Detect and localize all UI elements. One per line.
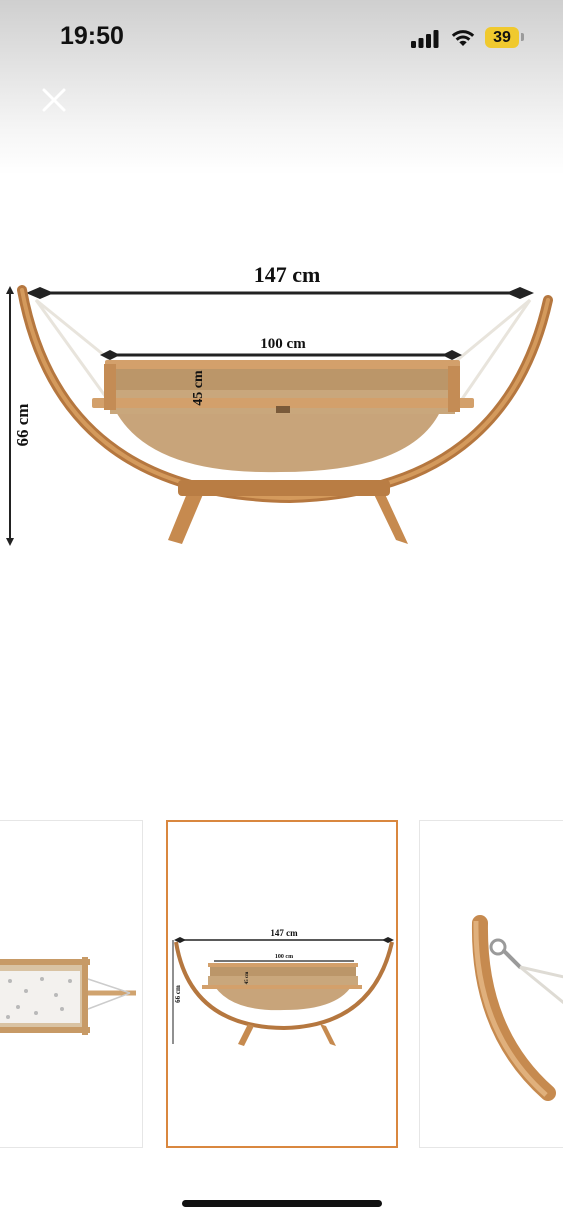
- inner-width-label: 100 cm: [260, 336, 306, 352]
- thumbnail-height-label: 66 cm: [174, 985, 182, 1003]
- battery-tip: [521, 33, 524, 41]
- wifi-icon: [451, 30, 475, 46]
- close-icon: [42, 88, 66, 112]
- thumbnail-inner-width-label: 100 cm: [275, 954, 293, 960]
- stand-legs: [168, 480, 408, 544]
- battery-icon: 39: [485, 27, 519, 48]
- cradle-fabric: [115, 410, 440, 473]
- thumbnail-depth-label: 45 cm: [245, 971, 250, 984]
- thumbnail-width-label: 147 cm: [270, 928, 298, 938]
- width-dimension: 147 cm: [26, 262, 534, 299]
- status-time: 19:50: [60, 22, 124, 50]
- status-bar: 19:50 39: [0, 0, 563, 76]
- thumbnail-3[interactable]: [419, 820, 563, 1148]
- width-label: 147 cm: [254, 262, 321, 287]
- depth-label: 45 cm: [191, 370, 206, 406]
- close-button[interactable]: [36, 82, 72, 118]
- thumbnail-1[interactable]: [0, 820, 143, 1148]
- height-label: 66 cm: [13, 404, 32, 447]
- thumbnail-1-image: [0, 957, 136, 1035]
- signal-icon: [411, 30, 439, 48]
- home-indicator[interactable]: [182, 1200, 382, 1207]
- thumbnail-2-image: 147 cm 66 cm 100 cm 45 cm: [172, 928, 394, 1046]
- main-product-image[interactable]: 147 cm 66 cm 100 cm 45 cm: [0, 240, 563, 570]
- thumbnail-3-image: [471, 915, 563, 1101]
- inner-width-dimension: 100 cm: [100, 336, 462, 360]
- thumbnail-2-selected[interactable]: 147 cm 66 cm 100 cm 45 cm: [166, 820, 398, 1148]
- battery-level: 39: [493, 29, 511, 46]
